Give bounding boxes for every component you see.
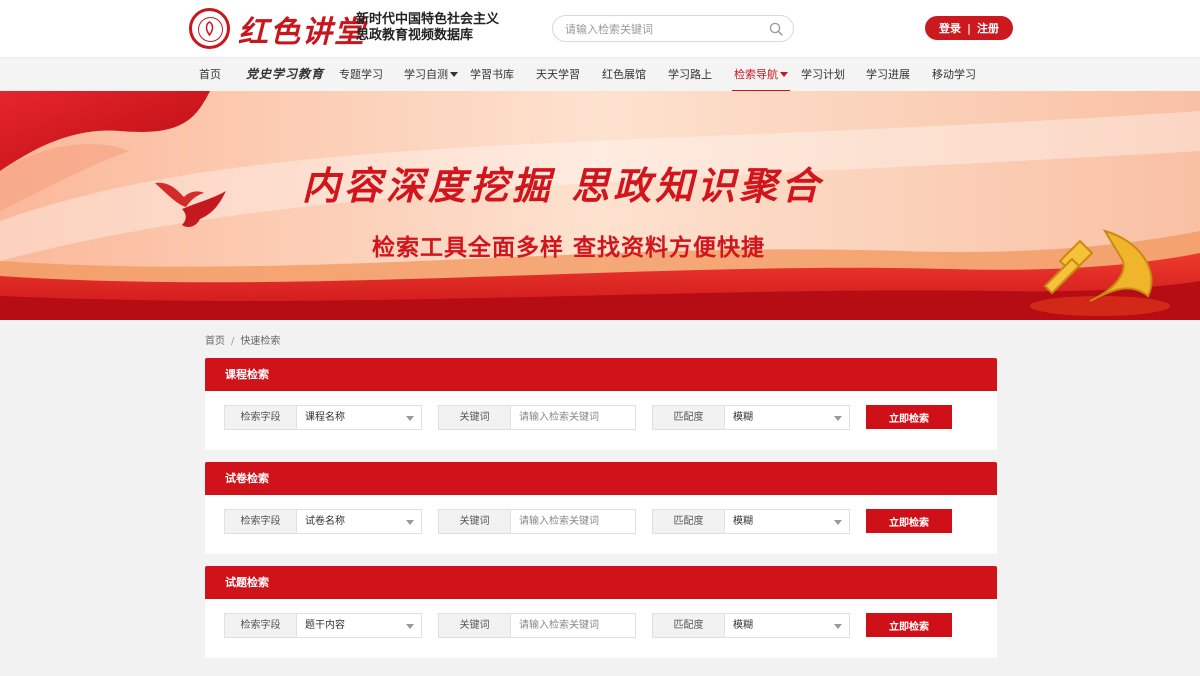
main-nav: 首页 党史学习教育 专题学习 学习自测 学習书库 天天学習 红色展馆 学习路上 … [0, 57, 1200, 92]
nav-label: 学习进展 [866, 68, 910, 81]
field-label: 检索字段 [224, 509, 297, 534]
keyword-input[interactable] [511, 613, 636, 638]
chevron-down-icon [834, 624, 842, 629]
hero-banner: 内容深度挖掘 思政知识聚合 检索工具全面多样 查找资料方便快捷 [0, 91, 1200, 320]
match-label: 匹配度 [652, 509, 725, 534]
site-tagline: 新时代中国特色社会主义 思政教育视频数据库 [356, 12, 499, 44]
chevron-down-icon [450, 71, 458, 77]
nav-item-library[interactable]: 学習书库 [470, 58, 514, 92]
nav-label: 红色展馆 [602, 68, 646, 81]
field-label: 检索字段 [224, 613, 297, 638]
nav-label: 党史学习教育 [246, 67, 325, 81]
site-header: 红色讲堂 新时代中国特色社会主义 思政教育视频数据库 登录 | 注册 [0, 0, 1200, 57]
nav-label: 检索导航 [734, 68, 778, 81]
chevron-down-icon [834, 520, 842, 525]
keyword-label: 关键词 [438, 613, 511, 638]
match-select[interactable]: 模糊 [725, 613, 850, 638]
panel-title: 试题检索 [205, 566, 997, 599]
keyword-label: 关键词 [438, 405, 511, 430]
search-now-button[interactable]: 立即检索 [866, 613, 952, 637]
auth-separator: | [966, 21, 972, 35]
login-button[interactable]: 登录 [939, 20, 961, 36]
field-select-value: 题干内容 [305, 620, 345, 631]
keyword-input[interactable] [511, 509, 636, 534]
nav-label: 学習书库 [470, 68, 514, 81]
breadcrumb-separator: / [231, 336, 235, 347]
header-search-box [552, 15, 794, 42]
field-label: 检索字段 [224, 405, 297, 430]
search-now-button[interactable]: 立即检索 [866, 509, 952, 533]
match-select[interactable]: 模糊 [725, 509, 850, 534]
nav-label: 首页 [199, 68, 221, 81]
site-logo-text[interactable]: 红色讲堂 [238, 7, 366, 51]
nav-label: 移动学习 [932, 68, 976, 81]
nav-item-topics[interactable]: 专题学习 [339, 58, 383, 92]
nav-item-progress[interactable]: 学习进展 [866, 58, 910, 92]
chevron-down-icon [406, 520, 414, 525]
nav-item-red-museum[interactable]: 红色展馆 [602, 58, 646, 92]
field-select[interactable]: 课程名称 [297, 405, 422, 430]
match-label: 匹配度 [652, 405, 725, 430]
panel-title: 试卷检索 [205, 462, 997, 495]
register-button[interactable]: 注册 [977, 20, 999, 36]
field-select[interactable]: 题干内容 [297, 613, 422, 638]
field-select[interactable]: 试卷名称 [297, 509, 422, 534]
nav-item-study-road[interactable]: 学习路上 [668, 58, 712, 92]
match-select[interactable]: 模糊 [725, 405, 850, 430]
auth-pill: 登录 | 注册 [925, 16, 1013, 40]
field-select-value: 试卷名称 [305, 516, 345, 527]
chevron-down-icon [780, 71, 788, 77]
nav-item-search-nav[interactable]: 检索导航 [732, 58, 790, 92]
chevron-down-icon [406, 624, 414, 629]
breadcrumb-current: 快速检索 [240, 336, 281, 347]
nav-label: 专题学习 [339, 68, 383, 81]
tagline-line-2: 思政教育视频数据库 [356, 28, 474, 43]
panel-title: 课程检索 [205, 358, 997, 391]
match-label: 匹配度 [652, 613, 725, 638]
search-icon[interactable] [769, 22, 783, 36]
match-select-value: 模糊 [733, 412, 753, 423]
header-search-input[interactable] [565, 20, 761, 38]
nav-label: 学习计划 [801, 68, 845, 81]
course-search-panel: 课程检索 检索字段 课程名称 关键词 匹配度 模糊 立即检索 [205, 358, 997, 450]
seal-logo-icon[interactable] [189, 8, 230, 49]
nav-item-daily-study[interactable]: 天天学習 [536, 58, 580, 92]
keyword-input[interactable] [511, 405, 636, 430]
match-select-value: 模糊 [733, 620, 753, 631]
tagline-line-1: 新时代中国特色社会主义 [356, 12, 500, 27]
nav-item-party-history[interactable]: 党史学习教育 [246, 58, 324, 92]
chevron-down-icon [406, 416, 414, 421]
keyword-label: 关键词 [438, 509, 511, 534]
banner-subtitle: 检索工具全面多样 查找资料方便快捷 [372, 235, 766, 261]
nav-item-home[interactable]: 首页 [199, 58, 221, 92]
paper-search-panel: 试卷检索 检索字段 试卷名称 关键词 匹配度 模糊 立即检索 [205, 462, 997, 554]
banner-title: 内容深度挖掘 思政知识聚合 [302, 163, 824, 208]
field-select-value: 课程名称 [305, 412, 345, 423]
chevron-down-icon [834, 416, 842, 421]
search-row: 检索字段 课程名称 关键词 匹配度 模糊 立即检索 [205, 391, 997, 450]
nav-label: 学习路上 [668, 68, 712, 81]
breadcrumb-home-link[interactable]: 首页 [205, 336, 225, 347]
nav-item-mobile-study[interactable]: 移动学习 [932, 58, 976, 92]
breadcrumb: 首页 / 快速检索 [205, 332, 280, 347]
match-select-value: 模糊 [733, 516, 753, 527]
nav-label: 学习自测 [404, 68, 448, 81]
search-row: 检索字段 题干内容 关键词 匹配度 模糊 立即检索 [205, 599, 997, 658]
search-row: 检索字段 试卷名称 关键词 匹配度 模糊 立即检索 [205, 495, 997, 554]
question-search-panel: 试题检索 检索字段 题干内容 关键词 匹配度 模糊 立即检索 [205, 566, 997, 658]
nav-item-self-test[interactable]: 学习自测 [404, 58, 458, 92]
search-now-button[interactable]: 立即检索 [866, 405, 952, 429]
nav-label: 天天学習 [536, 68, 580, 81]
nav-item-study-plan[interactable]: 学习计划 [801, 58, 845, 92]
